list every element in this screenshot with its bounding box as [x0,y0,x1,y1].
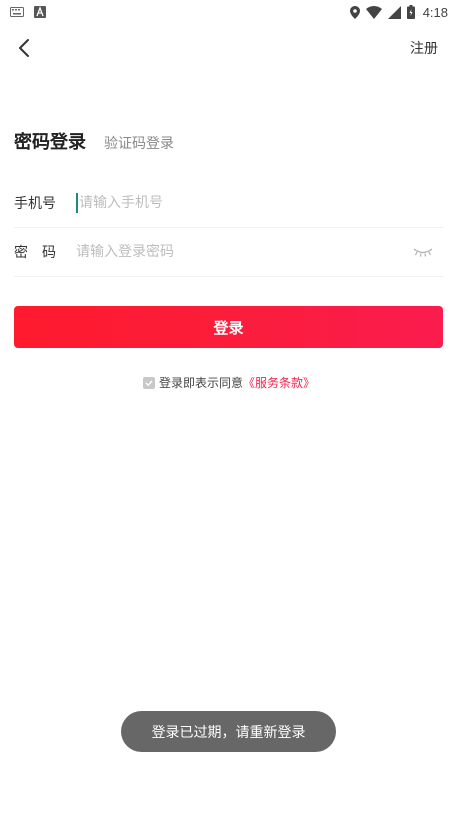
signal-icon [387,5,401,19]
password-input[interactable] [76,236,408,267]
wifi-icon [365,5,382,19]
status-bar-right: 4:18 [349,4,448,20]
eye-closed-icon [413,247,433,257]
android-a-icon [34,6,46,18]
battery-icon [406,5,415,19]
password-row: 密码 [14,227,444,277]
phone-input[interactable] [79,187,444,218]
tab-password-login[interactable]: 密码登录 [14,128,86,154]
phone-label: 手机号 [14,195,56,212]
login-method-tabs: 密码登录 验证码登录 [14,128,174,154]
agreement-row: 登录即表示同意 《服务条款》 [0,374,458,391]
agreement-checkbox[interactable] [142,376,155,389]
toggle-password-visibility-button[interactable] [408,240,438,264]
chevron-left-icon [19,39,29,57]
toast-message: 登录已过期，请重新登录 [151,724,306,741]
phone-row: 手机号 [14,178,444,228]
status-time: 4:18 [422,4,448,20]
tab-sms-login[interactable]: 验证码登录 [104,133,174,153]
password-label: 密码 [14,244,70,261]
back-button[interactable] [10,34,38,62]
check-icon [145,380,153,386]
text-cursor [76,192,78,213]
location-icon [349,5,360,19]
session-expired-toast: 登录已过期，请重新登录 [121,711,336,752]
status-bar: 4:18 [0,0,458,24]
agreement-text: 登录即表示同意 [158,376,243,390]
terms-of-service-link[interactable]: 《服务条款》 [243,374,315,391]
login-button[interactable]: 登录 [14,306,443,348]
status-bar-left [10,6,46,18]
register-link[interactable]: 注册 [410,38,438,58]
keyboard-icon [10,7,24,17]
